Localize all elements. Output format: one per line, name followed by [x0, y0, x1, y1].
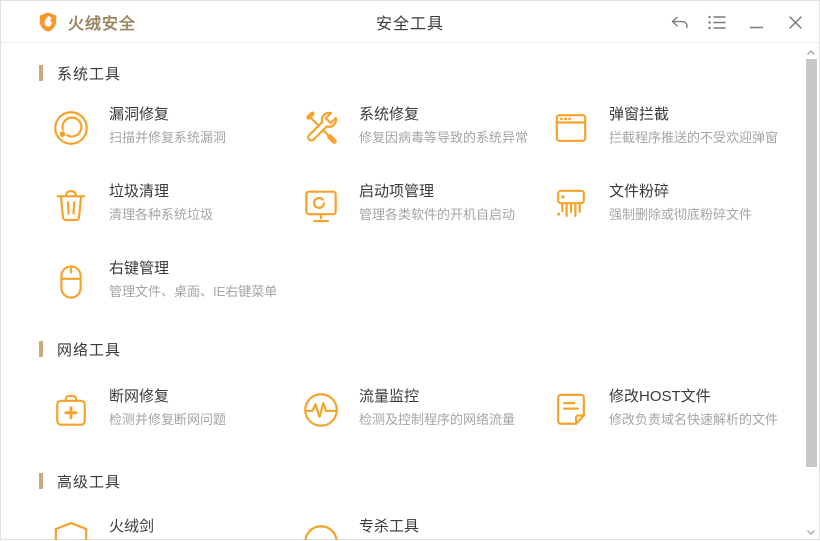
- tool-item-host-file[interactable]: 修改HOST文件 修改负责域名快速解析的文件: [549, 386, 799, 434]
- section-accent-bar: [39, 341, 43, 357]
- window-title: 安全工具: [375, 15, 444, 33]
- section-header-network-tools: 网络工具: [39, 339, 819, 359]
- tool-title: 垃圾清理: [109, 183, 170, 200]
- tool-desc: 检测及控制程序的网络流量: [359, 412, 516, 427]
- pulse-monitor-icon: [299, 386, 343, 434]
- system-tools-grid: 漏洞修复 扫描并修复系统漏洞 系统修复 修复因病毒等导致的系统异常 弹窗拦截 拦…: [1, 104, 819, 306]
- tool-title: 系统修复: [359, 106, 420, 123]
- section-accent-bar: [39, 473, 43, 489]
- tool-item-vulnerability-fix[interactable]: 漏洞修复 扫描并修复系统漏洞: [49, 104, 299, 152]
- tool-title: 弹窗拦截: [609, 106, 670, 123]
- scrollbar-thumb[interactable]: [806, 59, 817, 467]
- app-logo-text: 火绒安全: [68, 16, 137, 33]
- shield-sword-icon: [49, 516, 93, 540]
- tool-item-huorong-sword[interactable]: 火绒剑: [49, 516, 299, 540]
- host-file-icon: [549, 386, 593, 434]
- tool-title: 断网修复: [109, 388, 170, 405]
- popup-blocker-icon: [549, 104, 593, 152]
- section-header-advanced-tools: 高级工具: [39, 471, 819, 491]
- tool-desc: 修改负责域名快速解析的文件: [609, 412, 779, 427]
- tool-item-network-repair[interactable]: 断网修复 检测并修复断网问题: [49, 386, 299, 434]
- section-header-system-tools: 系统工具: [39, 63, 819, 83]
- first-aid-kit-icon: [49, 386, 93, 434]
- tool-desc: 管理各类软件的开机自启动: [359, 207, 516, 222]
- trash-icon: [49, 181, 93, 229]
- mouse-icon: [49, 258, 93, 306]
- tool-item-traffic-monitor[interactable]: 流量监控 检测及控制程序的网络流量: [299, 386, 549, 434]
- vertical-scrollbar: [803, 44, 819, 541]
- tool-title: 启动项管理: [359, 183, 435, 200]
- tool-desc: 清理各种系统垃圾: [109, 207, 214, 222]
- huorong-security-window: { "titlebar": { "logo_text": "火绒安全", "ti…: [0, 0, 820, 540]
- tool-item-file-shredder[interactable]: 文件粉碎 强制删除或彻底粉碎文件: [549, 181, 799, 229]
- tool-title: 漏洞修复: [109, 106, 170, 123]
- section-label: 系统工具: [57, 65, 122, 83]
- section-label: 网络工具: [57, 341, 122, 359]
- minimize-icon[interactable]: [744, 10, 768, 34]
- back-icon[interactable]: [666, 10, 690, 34]
- tool-title: 右键管理: [109, 260, 170, 277]
- app-logo: 火绒安全: [37, 1, 136, 43]
- section-accent-bar: [39, 65, 43, 81]
- titlebar-controls: [666, 1, 807, 43]
- file-shredder-icon: [549, 181, 593, 229]
- titlebar: 火绒安全 安全工具: [1, 1, 819, 43]
- tool-item-right-click-manager[interactable]: 右键管理 管理文件、桌面、IE右键菜单: [49, 258, 299, 306]
- startup-manager-icon: [299, 181, 343, 229]
- tool-desc: 扫描并修复系统漏洞: [109, 130, 227, 145]
- menu-list-icon[interactable]: [705, 10, 729, 34]
- tool-item-junk-clean[interactable]: 垃圾清理 清理各种系统垃圾: [49, 181, 299, 229]
- tool-item-startup-manager[interactable]: 启动项管理 管理各类软件的开机自启动: [299, 181, 549, 229]
- scroll-down-icon[interactable]: [805, 527, 817, 537]
- section-label: 高级工具: [57, 473, 122, 491]
- tool-desc: 强制删除或彻底粉碎文件: [609, 207, 753, 222]
- tool-title: 流量监控: [359, 388, 420, 405]
- shield-flame-logo-icon: [39, 12, 57, 32]
- tool-desc: 检测并修复断网问题: [109, 412, 227, 427]
- tool-desc: 拦截程序推送的不受欢迎弹窗: [609, 130, 779, 145]
- tools-page: 系统工具 漏洞修复 扫描并修复系统漏洞 系统修复 修复因病毒等导致的系统异常 弹…: [1, 43, 819, 540]
- system-repair-icon: [299, 104, 343, 152]
- tool-title: 文件粉碎: [609, 183, 670, 200]
- tool-item-system-repair[interactable]: 系统修复 修复因病毒等导致的系统异常: [299, 104, 549, 152]
- tool-title: 专杀工具: [359, 518, 420, 535]
- tool-title: 火绒剑: [109, 518, 155, 535]
- tool-desc: 管理文件、桌面、IE右键菜单: [109, 284, 278, 299]
- advanced-tools-grid: 火绒剑 专杀工具: [1, 516, 819, 540]
- close-icon[interactable]: [783, 10, 807, 34]
- tool-item-popup-blocker[interactable]: 弹窗拦截 拦截程序推送的不受欢迎弹窗: [549, 104, 799, 152]
- tool-desc: 修复因病毒等导致的系统异常: [359, 130, 529, 145]
- tool-title: 修改HOST文件: [609, 388, 711, 405]
- scroll-up-icon[interactable]: [805, 47, 817, 57]
- network-tools-grid: 断网修复 检测并修复断网问题 流量监控 检测及控制程序的网络流量 修改HOST文…: [1, 386, 819, 434]
- tool-item-special-kill[interactable]: 专杀工具: [299, 516, 549, 540]
- vulnerability-fix-icon: [49, 104, 93, 152]
- circle-tool-icon: [299, 516, 343, 540]
